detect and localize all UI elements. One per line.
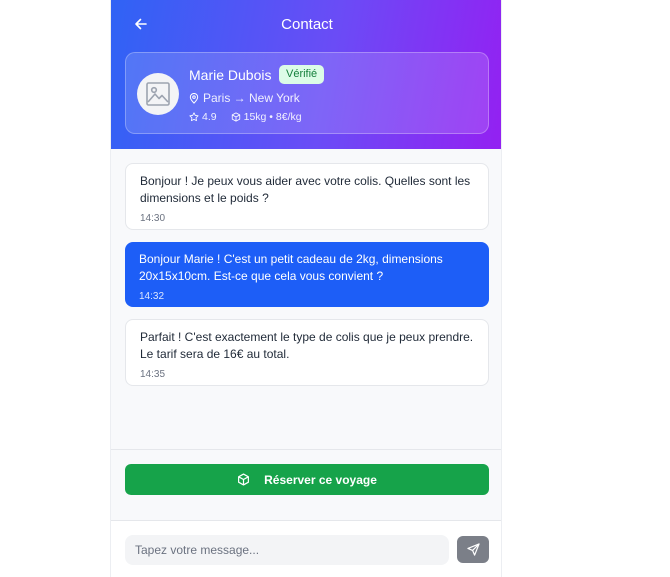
message-time: 14:35	[140, 369, 166, 380]
reserve-label: Réserver ce voyage	[264, 472, 377, 487]
verified-badge: Vérifié	[279, 65, 325, 84]
star-icon	[189, 112, 199, 122]
message-time: 14:32	[139, 291, 165, 302]
contact-name: Marie Dubois	[189, 67, 272, 83]
message-text: Bonjour Marie ! C'est un petit cadeau de…	[139, 252, 443, 283]
chat-screen: Contact Marie Dubois Vérifié Paris → New…	[110, 0, 502, 577]
route-text: Paris → New York	[203, 91, 300, 105]
message-time: 14:30	[140, 213, 166, 224]
rating-value: 4.9	[202, 111, 217, 123]
contact-card: Marie Dubois Vérifié Paris → New York 4.…	[125, 52, 489, 134]
package-icon	[238, 473, 250, 486]
message-input[interactable]	[125, 535, 449, 565]
contact-stats: 4.9 15kg • 8€/kg	[189, 111, 302, 123]
send-button[interactable]	[457, 536, 489, 563]
page-title: Contact	[281, 16, 333, 33]
capacity-value: 15kg • 8€/kg	[243, 111, 302, 123]
message-text: Bonjour ! Je peux vous aider avec votre …	[140, 174, 471, 205]
route-info: Paris → New York	[189, 91, 300, 105]
message-incoming: Parfait ! C'est exactement le type de co…	[125, 319, 489, 386]
map-pin-icon	[189, 92, 199, 104]
message-composer	[111, 521, 501, 577]
contact-header: Contact Marie Dubois Vérifié Paris → New…	[111, 0, 501, 149]
send-icon	[466, 543, 480, 556]
divider	[111, 449, 501, 450]
message-outgoing: Bonjour Marie ! C'est un petit cadeau de…	[125, 242, 489, 307]
message-text: Parfait ! C'est exactement le type de co…	[140, 330, 474, 361]
package-icon	[231, 112, 240, 122]
message-incoming: Bonjour ! Je peux vous aider avec votre …	[125, 163, 489, 230]
image-placeholder-icon	[146, 82, 170, 106]
reserve-trip-button[interactable]: Réserver ce voyage	[125, 464, 489, 495]
avatar	[137, 73, 179, 115]
